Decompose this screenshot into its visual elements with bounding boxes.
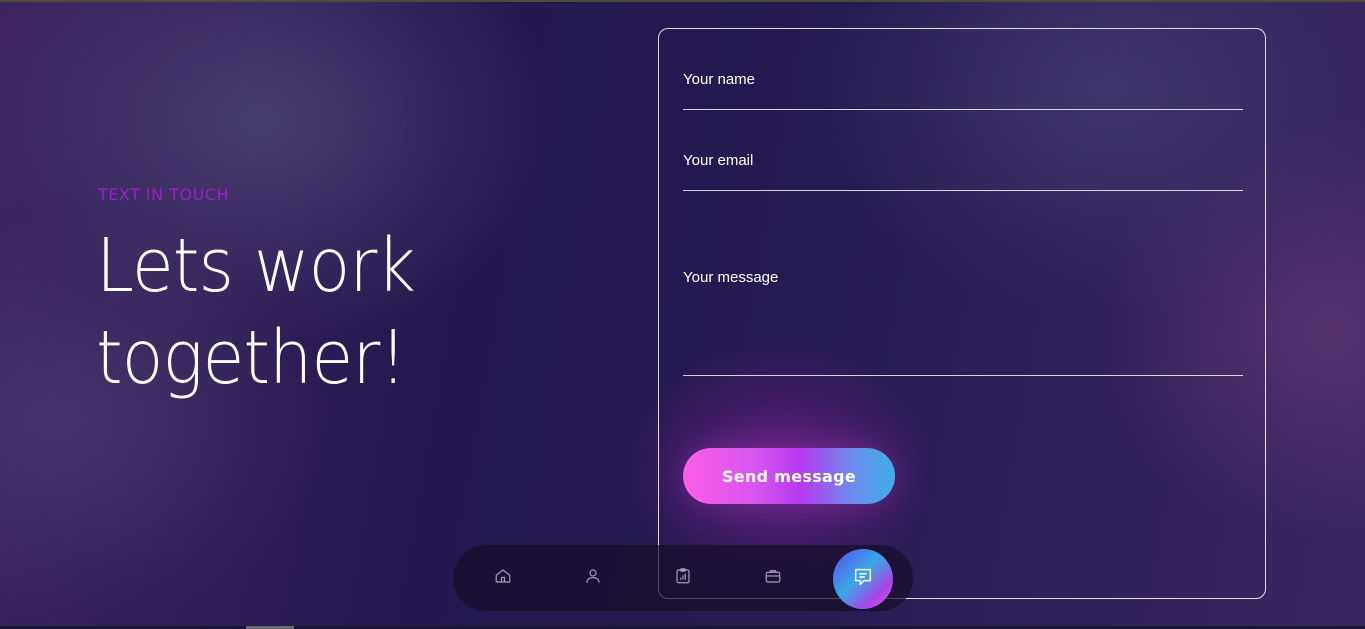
email-field-label: Your email xyxy=(683,152,754,169)
message-field[interactable]: Your message xyxy=(683,269,1243,376)
dock-item-home[interactable] xyxy=(491,566,515,590)
send-message-button[interactable]: Send message xyxy=(683,448,895,504)
bottom-dock-nav xyxy=(453,545,913,611)
page-headline: Lets work together! xyxy=(96,223,416,401)
dock-item-work[interactable] xyxy=(761,566,785,590)
dock-item-about[interactable] xyxy=(581,566,605,590)
user-icon xyxy=(584,567,602,589)
dock-item-services[interactable] xyxy=(671,566,695,590)
name-field[interactable]: Your name xyxy=(683,71,1243,110)
clipboard-chart-icon xyxy=(674,567,692,589)
email-field[interactable]: Your email xyxy=(683,152,1243,191)
top-border xyxy=(0,0,1365,2)
name-field-label: Your name xyxy=(683,71,755,88)
contact-form: Your name Your email Your message Send m… xyxy=(658,28,1266,599)
section-eyebrow: TEXT IN TOUCH xyxy=(98,185,229,204)
chat-icon xyxy=(852,566,874,592)
dock-item-contact[interactable] xyxy=(833,549,893,609)
message-field-label: Your message xyxy=(683,269,779,286)
home-icon xyxy=(494,567,512,589)
briefcase-icon xyxy=(764,567,782,589)
